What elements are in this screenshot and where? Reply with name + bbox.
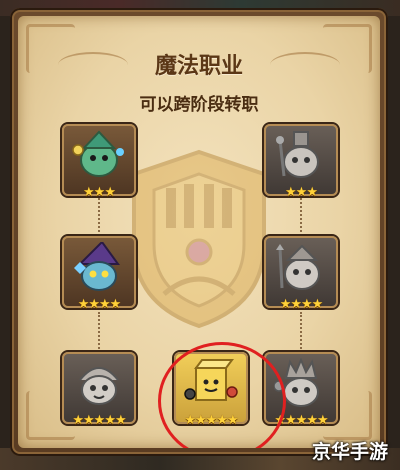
star-rating: ★★★ (83, 185, 116, 200)
job-card-left-tier-1[interactable]: ★★★ (62, 124, 136, 200)
connector-right (300, 312, 302, 352)
grey-priest-character-icon (276, 131, 319, 178)
star-rating: ★★★★ (279, 297, 324, 312)
panel-subtitle: 可以跨阶段转职 (139, 95, 259, 115)
connector-right (300, 198, 302, 236)
connector-left (98, 312, 100, 352)
star-rating: ★★★★★ (72, 413, 126, 428)
connector-left (98, 198, 100, 236)
star-rating: ★★★★ (77, 297, 122, 312)
job-panel: 魔法职业 可以跨阶段转职 ★★★ ★★★ ★★★★ ★★★★ ★★★★★ ★★★… (18, 16, 380, 448)
job-card-left-tier-2[interactable]: ★★★★ (62, 236, 136, 312)
watermark: 京华手游 (311, 441, 388, 463)
highlight-circle (158, 342, 286, 448)
job-card-left-tier-3[interactable]: ★★★★★ (62, 352, 136, 428)
star-rating: ★★★ (285, 185, 318, 200)
panel-title: 魔法职业 (154, 54, 243, 79)
grey-sage-character-icon (276, 244, 320, 290)
green-mage-character-icon (72, 130, 124, 177)
witch-character-icon (74, 242, 120, 291)
job-card-right-tier-2[interactable]: ★★★★ (264, 236, 338, 312)
job-card-right-tier-1[interactable]: ★★★ (264, 124, 338, 200)
magic-emblem-icon (132, 149, 266, 329)
grey-knight-character-icon (79, 367, 119, 405)
